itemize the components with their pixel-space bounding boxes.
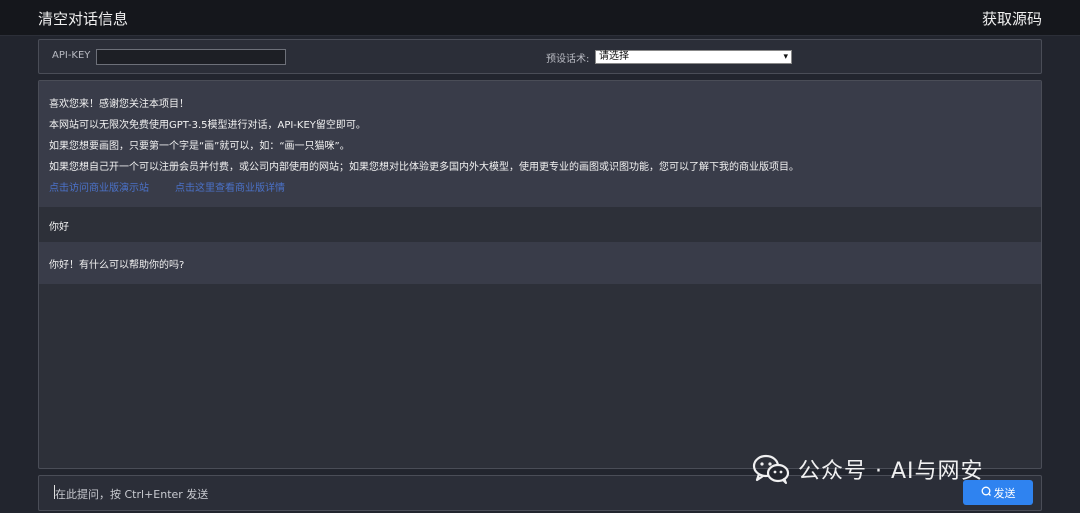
get-source-link[interactable]: 获取源码 <box>982 8 1042 29</box>
chevron-down-icon: ▾ <box>783 52 788 62</box>
apikey-label: API-KEY <box>52 50 91 61</box>
assistant-message-text: 你好！有什么可以帮助你的吗? <box>49 260 185 271</box>
welcome-message: 喜欢您来！感谢您关注本项目！ 本网站可以无限次免费使用GPT-3.5模型进行对话… <box>39 81 1041 207</box>
user-message-text: 你好 <box>49 222 69 233</box>
commercial-demo-link[interactable]: 点击访问商业版演示站 <box>49 179 149 194</box>
welcome-line: 如果您想要画图，只要第一个字是“画”就可以，如：“画一只猫咪”。 <box>49 141 350 152</box>
commercial-details-link[interactable]: 点击这里查看商业版详情 <box>175 179 285 194</box>
preset-select-value: 请选择 <box>599 51 629 62</box>
apikey-input[interactable] <box>96 49 286 65</box>
chat-panel: 喜欢您来！感谢您关注本项目！ 本网站可以无限次免费使用GPT-3.5模型进行对话… <box>38 80 1042 469</box>
watermark: 公众号 · AI与网安 <box>752 452 984 486</box>
preset-select[interactable]: 请选择 ▾ <box>595 50 792 64</box>
wechat-icon <box>752 454 790 484</box>
top-bar: 清空对话信息 获取源码 <box>0 0 1080 36</box>
settings-bar: API-KEY 预设话术: 请选择 ▾ <box>38 39 1042 74</box>
assistant-message: 你好！有什么可以帮助你的吗? <box>39 242 1041 284</box>
welcome-line: 本网站可以无限次免费使用GPT-3.5模型进行对话，API-KEY留空即可。 <box>49 120 366 131</box>
watermark-text: 公众号 · AI与网安 <box>798 459 984 484</box>
welcome-line: 喜欢您来！感谢您关注本项目！ <box>49 99 189 110</box>
user-message: 你好 <box>39 207 1041 242</box>
preset-label: 预设话术: <box>546 54 590 65</box>
send-button-label: 发送 <box>993 486 1016 500</box>
message-input-placeholder: 在此提问，按 Ctrl+Enter 发送 <box>55 488 209 501</box>
welcome-line: 如果您想自己开一个可以注册会员并付费，或公司内部使用的网站；如果您想对比体验更多… <box>49 162 799 173</box>
clear-chat-button[interactable]: 清空对话信息 <box>38 8 128 29</box>
send-icon <box>981 486 991 499</box>
